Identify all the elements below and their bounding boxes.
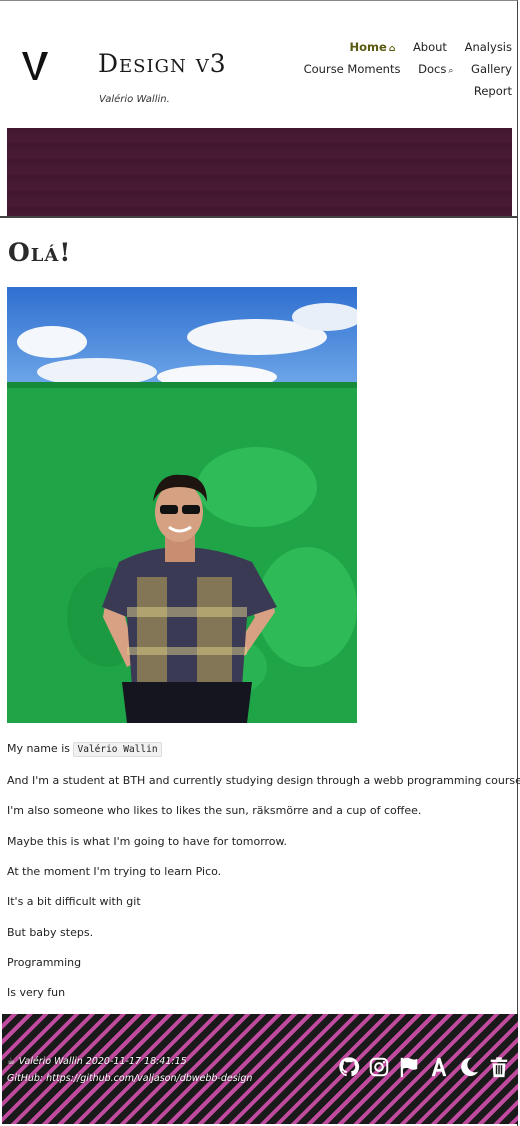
nav-analysis[interactable]: Analysis bbox=[465, 40, 512, 54]
nav-docs[interactable]: Docs ⌕ bbox=[418, 62, 453, 76]
footer-github-link[interactable]: GitHub: https://github.com/valjason/dbwe… bbox=[7, 1070, 252, 1087]
intro-prefix: My name is bbox=[7, 742, 70, 755]
flag-icon[interactable] bbox=[397, 1054, 421, 1080]
home-icon: ⌂ bbox=[388, 44, 396, 54]
paragraph: And I'm a student at BTH and currently s… bbox=[7, 774, 520, 787]
paragraph: At the moment I'm trying to learn Pico. bbox=[7, 865, 222, 878]
footer-author-date: Valério Wallin 2020-11-17 18:41:15 bbox=[18, 1056, 187, 1067]
header-divider bbox=[0, 216, 518, 218]
paragraph: I'm also someone who likes to likes the … bbox=[7, 804, 422, 817]
intro-line: My name is Valério Wallin bbox=[7, 742, 517, 757]
header-banner bbox=[7, 128, 512, 216]
instagram-icon[interactable] bbox=[367, 1054, 391, 1080]
page-heading: Olá! bbox=[8, 238, 72, 267]
profile-photo bbox=[7, 287, 357, 723]
nav-about[interactable]: About bbox=[413, 40, 447, 54]
paragraph: Programming bbox=[7, 956, 82, 969]
site-subtitle: Valério Wallin. bbox=[99, 94, 170, 105]
paragraph: But baby steps. bbox=[7, 926, 94, 939]
paragraph: It's a bit difficult with git bbox=[7, 895, 141, 908]
nav-home[interactable]: Home ⌂ bbox=[350, 40, 396, 54]
nav-report[interactable]: Report bbox=[474, 84, 512, 98]
coffee-icon: ☕ bbox=[7, 1056, 16, 1067]
footer-info: ☕ Valério Wallin 2020-11-17 18:41:15 Git… bbox=[7, 1053, 252, 1087]
moon-icon[interactable] bbox=[457, 1054, 481, 1080]
nav-gallery[interactable]: Gallery bbox=[471, 62, 512, 76]
main-nav: Home ⌂ About Analysis Course Moments Docs… bbox=[282, 37, 512, 101]
intro-name-code: Valério Wallin bbox=[73, 742, 162, 757]
font-size-icon[interactable] bbox=[427, 1054, 451, 1080]
v-logo-icon[interactable] bbox=[20, 50, 50, 82]
trash-icon[interactable] bbox=[487, 1054, 511, 1080]
search-icon: ⌕ bbox=[448, 66, 454, 76]
github-icon[interactable] bbox=[337, 1054, 361, 1080]
site-title[interactable]: Design v3 bbox=[98, 49, 227, 78]
nav-course-moments[interactable]: Course Moments bbox=[304, 62, 401, 76]
footer-icons bbox=[337, 1054, 511, 1080]
paragraph: Is very fun bbox=[7, 986, 66, 999]
paragraph: Maybe this is what I'm going to have for… bbox=[7, 835, 288, 848]
